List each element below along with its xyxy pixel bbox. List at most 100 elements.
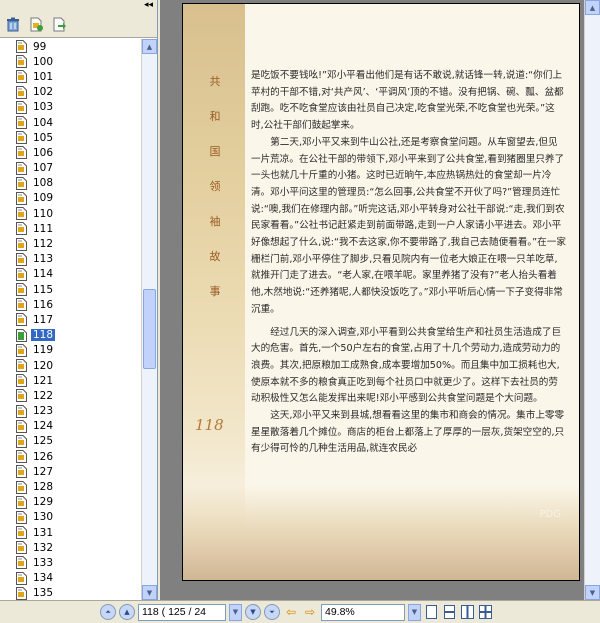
page-list-item[interactable]: 113 bbox=[0, 252, 141, 267]
page-list-label: 120 bbox=[33, 359, 54, 372]
page-icon bbox=[16, 85, 27, 99]
page-list-item[interactable]: 112 bbox=[0, 236, 141, 251]
arrow-right-icon: ⇨ bbox=[304, 605, 316, 619]
page-list-item[interactable]: 99 bbox=[0, 39, 141, 54]
single-page-button[interactable] bbox=[424, 604, 439, 620]
export-page-icon bbox=[53, 17, 66, 32]
page-list-item[interactable]: 134 bbox=[0, 571, 141, 586]
page-dropdown-icon[interactable]: ▼ bbox=[229, 603, 242, 621]
page-list-label: 117 bbox=[33, 313, 54, 326]
facing-page-icon bbox=[461, 605, 474, 619]
page-list-scrollbar[interactable]: ▲ ▼ bbox=[141, 39, 157, 600]
page-list-item[interactable]: 111 bbox=[0, 221, 141, 236]
next-page-icon: ▼ bbox=[250, 608, 256, 616]
back-button[interactable]: ⇦ bbox=[283, 604, 299, 620]
page-list-item[interactable]: 102 bbox=[0, 85, 141, 100]
scroll-up-icon[interactable]: ▲ bbox=[142, 39, 157, 54]
page-list-item[interactable]: 101 bbox=[0, 69, 141, 84]
page-icon bbox=[16, 161, 27, 175]
side-title-char: 共 bbox=[209, 75, 221, 88]
viewer-scrollbar[interactable]: ▲ ▼ bbox=[584, 0, 600, 600]
page-list-item[interactable]: 132 bbox=[0, 540, 141, 555]
zoom-input[interactable]: 49.8% bbox=[321, 603, 405, 621]
page-list-item[interactable]: 128 bbox=[0, 479, 141, 494]
scroll-down-icon[interactable]: ▼ bbox=[585, 585, 600, 600]
page-list-item[interactable]: 124 bbox=[0, 419, 141, 434]
page-icon bbox=[16, 146, 27, 160]
page-list-label: 105 bbox=[33, 131, 54, 144]
page-icon bbox=[16, 586, 27, 600]
page-list-item[interactable]: 109 bbox=[0, 191, 141, 206]
page-list-item[interactable]: 106 bbox=[0, 145, 141, 160]
first-page-button[interactable]: ⏶ bbox=[100, 604, 116, 620]
page-list-item[interactable]: 116 bbox=[0, 297, 141, 312]
page-list-item[interactable]: 135 bbox=[0, 586, 141, 600]
previous-page-button[interactable]: ▲ bbox=[119, 604, 135, 620]
reader-window: ◂◂ 99 100 101 102 103 104 105 106 107 10… bbox=[0, 0, 600, 623]
page-list-item[interactable]: 126 bbox=[0, 449, 141, 464]
page-number-input[interactable]: 118 ( 125 / 24 bbox=[138, 603, 226, 621]
export-page-button[interactable] bbox=[49, 15, 69, 35]
last-page-button[interactable]: ⏷ bbox=[264, 604, 280, 620]
page-icon bbox=[16, 389, 27, 403]
page-list-label: 107 bbox=[33, 162, 54, 175]
continuous-facing-button[interactable] bbox=[478, 604, 493, 620]
page-icon bbox=[16, 222, 27, 236]
page-list-item[interactable]: 103 bbox=[0, 100, 141, 115]
page-list-item[interactable]: 100 bbox=[0, 54, 141, 69]
page-icon bbox=[16, 191, 27, 205]
page-list-item[interactable]: 133 bbox=[0, 555, 141, 570]
watermark: PDG bbox=[539, 509, 561, 520]
page-icon bbox=[16, 116, 27, 130]
page-list-item[interactable]: 104 bbox=[0, 115, 141, 130]
page-list-item[interactable]: 115 bbox=[0, 282, 141, 297]
next-page-button[interactable]: ▼ bbox=[245, 604, 261, 620]
panel-header: ◂◂ bbox=[0, 0, 157, 12]
page-list-label: 126 bbox=[33, 450, 54, 463]
scrollbar-thumb[interactable] bbox=[143, 288, 156, 369]
page-list-item[interactable]: 114 bbox=[0, 267, 141, 282]
page-icon bbox=[16, 207, 27, 221]
zoom-dropdown-icon[interactable]: ▼ bbox=[408, 603, 421, 621]
page-icon bbox=[16, 495, 27, 509]
delete-button[interactable] bbox=[3, 15, 23, 35]
side-title-char: 袖 bbox=[209, 215, 221, 228]
previous-page-icon: ▲ bbox=[124, 608, 130, 616]
page-list-item[interactable]: 125 bbox=[0, 434, 141, 449]
facing-page-button[interactable] bbox=[460, 604, 475, 620]
forward-button[interactable]: ⇨ bbox=[302, 604, 318, 620]
page-list-label: 131 bbox=[33, 526, 54, 539]
continuous-page-icon bbox=[444, 605, 455, 619]
page-list-item[interactable]: 117 bbox=[0, 312, 141, 327]
page-list-item[interactable]: 118 bbox=[0, 328, 141, 343]
page-list-item[interactable]: 131 bbox=[0, 525, 141, 540]
bookmark-add-button[interactable] bbox=[26, 15, 46, 35]
page-list-item[interactable]: 108 bbox=[0, 176, 141, 191]
side-title-char: 国 bbox=[209, 145, 221, 158]
page-icon bbox=[16, 313, 27, 327]
page-list-item[interactable]: 107 bbox=[0, 161, 141, 176]
page-list-item[interactable]: 110 bbox=[0, 206, 141, 221]
page-list-item[interactable]: 121 bbox=[0, 373, 141, 388]
page-list-item[interactable]: 119 bbox=[0, 343, 141, 358]
page-list-item[interactable]: 129 bbox=[0, 495, 141, 510]
page-icon bbox=[16, 40, 27, 54]
page-list-item[interactable]: 130 bbox=[0, 510, 141, 525]
page-icon bbox=[16, 374, 27, 388]
page-icon bbox=[16, 298, 27, 312]
page-list-label: 128 bbox=[33, 481, 54, 494]
continuous-page-button[interactable] bbox=[442, 604, 457, 620]
page-icon bbox=[16, 541, 27, 555]
panel-toolbar bbox=[0, 12, 157, 38]
page-list-item[interactable]: 123 bbox=[0, 404, 141, 419]
scroll-down-icon[interactable]: ▼ bbox=[142, 585, 157, 600]
paragraph: 经过几天的深入调查,邓小平看到公共食堂给生产和社员生活造成了巨大的危害。首先,一… bbox=[251, 326, 562, 405]
page-list-label: 112 bbox=[33, 238, 54, 251]
page-list-item[interactable]: 120 bbox=[0, 358, 141, 373]
page-list-item[interactable]: 105 bbox=[0, 130, 141, 145]
collapse-panel-icon[interactable]: ◂◂ bbox=[144, 0, 153, 11]
scroll-up-icon[interactable]: ▲ bbox=[585, 0, 600, 15]
page-list-item[interactable]: 127 bbox=[0, 464, 141, 479]
page-icon bbox=[16, 526, 27, 540]
page-list-item[interactable]: 122 bbox=[0, 388, 141, 403]
